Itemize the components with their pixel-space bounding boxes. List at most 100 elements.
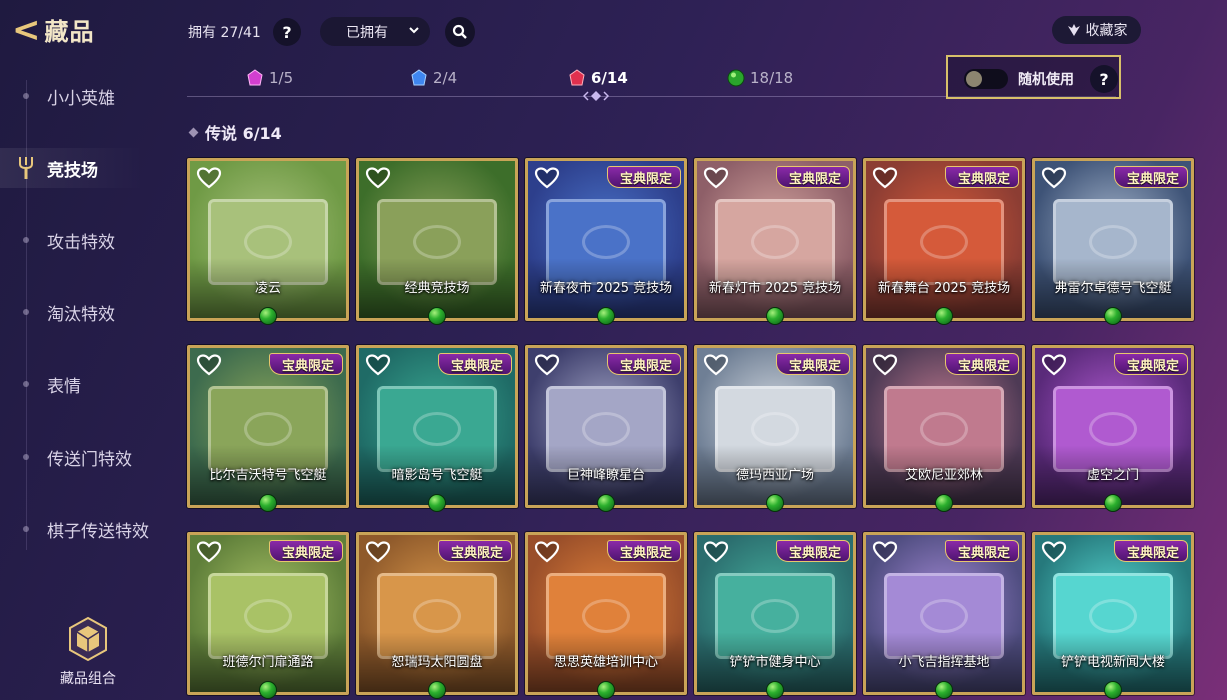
heart-icon[interactable] xyxy=(1041,167,1067,189)
green-gem-icon xyxy=(766,494,784,512)
heart-icon[interactable] xyxy=(196,541,222,563)
arena-card[interactable]: 宝典限定 铲铲电视新闻大楼 xyxy=(1032,532,1194,695)
limited-badge: 宝典限定 xyxy=(1113,353,1188,375)
random-use-panel: 随机使用 ? xyxy=(946,55,1121,99)
arena-card[interactable]: 宝典限定 恕瑞玛太阳圆盘 xyxy=(356,532,518,695)
owned-count: 拥有 27/41 xyxy=(188,25,261,41)
heart-icon[interactable] xyxy=(534,541,560,563)
arena-card[interactable]: 宝典限定 新春舞台 2025 竞技场 xyxy=(863,158,1025,321)
heart-icon[interactable] xyxy=(196,167,222,189)
green-gem-icon xyxy=(428,494,446,512)
heart-icon[interactable] xyxy=(365,541,391,563)
limited-badge: 宝典限定 xyxy=(775,353,850,375)
sidebar-item-unit-teleport-effects[interactable]: 棋子传送特效 xyxy=(0,509,180,549)
arena-card[interactable]: 宝典限定暗影岛号飞空艇 xyxy=(356,345,518,508)
board-emblem xyxy=(582,412,630,446)
heart-icon[interactable] xyxy=(703,167,729,189)
collection-combo-label: 藏品组合 xyxy=(60,671,116,687)
heart-icon[interactable] xyxy=(872,541,898,563)
arena-card[interactable]: 宝典限定 小飞吉指挥基地 xyxy=(863,532,1025,695)
green-gem-icon xyxy=(597,681,615,699)
collection-combo-button[interactable]: 藏品组合 xyxy=(52,616,124,688)
ownership-filter-select[interactable]: 已拥有 xyxy=(320,17,430,46)
arena-card[interactable]: 凌云 xyxy=(187,158,349,321)
heart-icon[interactable] xyxy=(534,354,560,376)
tab-legendary[interactable]: 6/14 xyxy=(568,66,628,90)
heart-icon[interactable] xyxy=(365,167,391,189)
arena-name: 新春舞台 2025 竞技场 xyxy=(877,281,1011,296)
bullet-icon xyxy=(23,454,29,460)
back-arrow-icon: < xyxy=(12,9,41,50)
arena-card[interactable]: 宝典限定德玛西亚广场 xyxy=(694,345,856,508)
bullet-icon xyxy=(23,93,29,99)
green-gem-icon xyxy=(766,307,784,325)
back-button[interactable]: < 藏品 xyxy=(12,12,95,47)
search-button[interactable] xyxy=(445,17,475,47)
heart-icon[interactable] xyxy=(1041,354,1067,376)
heart-icon[interactable] xyxy=(703,541,729,563)
tab-epic[interactable]: 2/4 xyxy=(410,66,457,90)
red-gem-icon xyxy=(569,69,585,86)
sidebar-item-little-legends[interactable]: 小小英雄 xyxy=(0,76,180,116)
board-emblem xyxy=(413,599,461,633)
collector-button[interactable]: 收藏家 xyxy=(1052,16,1141,44)
arena-card[interactable]: 宝典限定新春灯市 2025 竞技场 xyxy=(694,158,856,321)
green-gem-icon xyxy=(727,69,745,87)
board-emblem xyxy=(244,599,292,633)
arena-name: 新春灯市 2025 竞技场 xyxy=(708,281,842,296)
help-button[interactable]: ? xyxy=(273,18,301,46)
heart-icon[interactable] xyxy=(872,167,898,189)
tab-mythic[interactable]: 1/5 xyxy=(246,66,293,90)
heart-icon[interactable] xyxy=(1041,541,1067,563)
arena-card[interactable]: 宝典限定 思思英雄培训中心 xyxy=(525,532,687,695)
arena-card[interactable]: 宝典限定虚空之门 xyxy=(1032,345,1194,508)
heart-icon[interactable] xyxy=(703,354,729,376)
tab-count: 18/18 xyxy=(750,69,794,87)
sidebar: < 藏品 小小英雄 竞技场 攻击特效 淘汰特效 表情 传送门特效 棋子传送特效 xyxy=(0,0,180,700)
wings-icon xyxy=(1067,24,1080,36)
board-emblem xyxy=(582,599,630,633)
arena-card[interactable]: 宝典限定 班德尔门扉通路 xyxy=(187,532,349,695)
sidebar-item-arena[interactable]: 竞技场 xyxy=(0,148,180,188)
tab-rare[interactable]: 18/18 xyxy=(727,66,793,90)
diamond-bullet-icon xyxy=(188,127,199,137)
arena-name: 恕瑞玛太阳圆盘 xyxy=(391,655,483,670)
page-title: 藏品 xyxy=(44,18,95,46)
arena-card[interactable]: 经典竞技场 xyxy=(356,158,518,321)
board-emblem xyxy=(920,599,968,633)
arena-card[interactable]: 宝典限定 铲铲市健身中心 xyxy=(694,532,856,695)
arena-name: 虚空之门 xyxy=(1086,468,1139,483)
arena-name: 新春夜市 2025 竞技场 xyxy=(539,281,673,296)
fork-icon xyxy=(19,157,33,179)
heart-icon[interactable] xyxy=(365,354,391,376)
heart-icon[interactable] xyxy=(534,167,560,189)
arena-card[interactable]: 宝典限定 新春夜市 2025 竞技场 xyxy=(525,158,687,321)
arena-name: 德玛西亚广场 xyxy=(735,468,814,483)
limited-badge: 宝典限定 xyxy=(437,353,512,375)
arena-card[interactable]: 宝典限定 比尔吉沃特号飞空艇 xyxy=(187,345,349,508)
heart-icon[interactable] xyxy=(872,354,898,376)
limited-badge: 宝典限定 xyxy=(268,540,343,562)
sidebar-item-attack-effects[interactable]: 攻击特效 xyxy=(0,220,180,260)
sidebar-item-label: 棋子传送特效 xyxy=(47,521,149,542)
bullet-icon xyxy=(23,526,29,532)
green-gem-icon xyxy=(1104,681,1122,699)
heart-icon[interactable] xyxy=(196,354,222,376)
arena-card[interactable]: 宝典限定 弗雷尔卓德号飞空艇 xyxy=(1032,158,1194,321)
limited-badge: 宝典限定 xyxy=(775,166,850,188)
arena-name: 暗影岛号飞空艇 xyxy=(391,468,483,483)
section-title-text: 传说 6/14 xyxy=(205,124,282,143)
limited-badge: 宝典限定 xyxy=(775,540,850,562)
random-help-button[interactable]: ? xyxy=(1090,65,1118,93)
sidebar-item-elimination-effects[interactable]: 淘汰特效 xyxy=(0,292,180,332)
sidebar-item-emotes[interactable]: 表情 xyxy=(0,364,180,404)
board-emblem xyxy=(244,225,292,259)
arena-card[interactable]: 宝典限定 艾欧尼亚郊林 xyxy=(863,345,1025,508)
sidebar-item-label: 传送门特效 xyxy=(47,449,132,470)
arena-card[interactable]: 宝典限定 巨神峰瞭星台 xyxy=(525,345,687,508)
board-emblem xyxy=(413,225,461,259)
random-use-toggle[interactable] xyxy=(964,69,1008,89)
sidebar-item-portal-effects[interactable]: 传送门特效 xyxy=(0,437,180,477)
green-gem-icon xyxy=(259,307,277,325)
green-gem-icon xyxy=(1104,494,1122,512)
